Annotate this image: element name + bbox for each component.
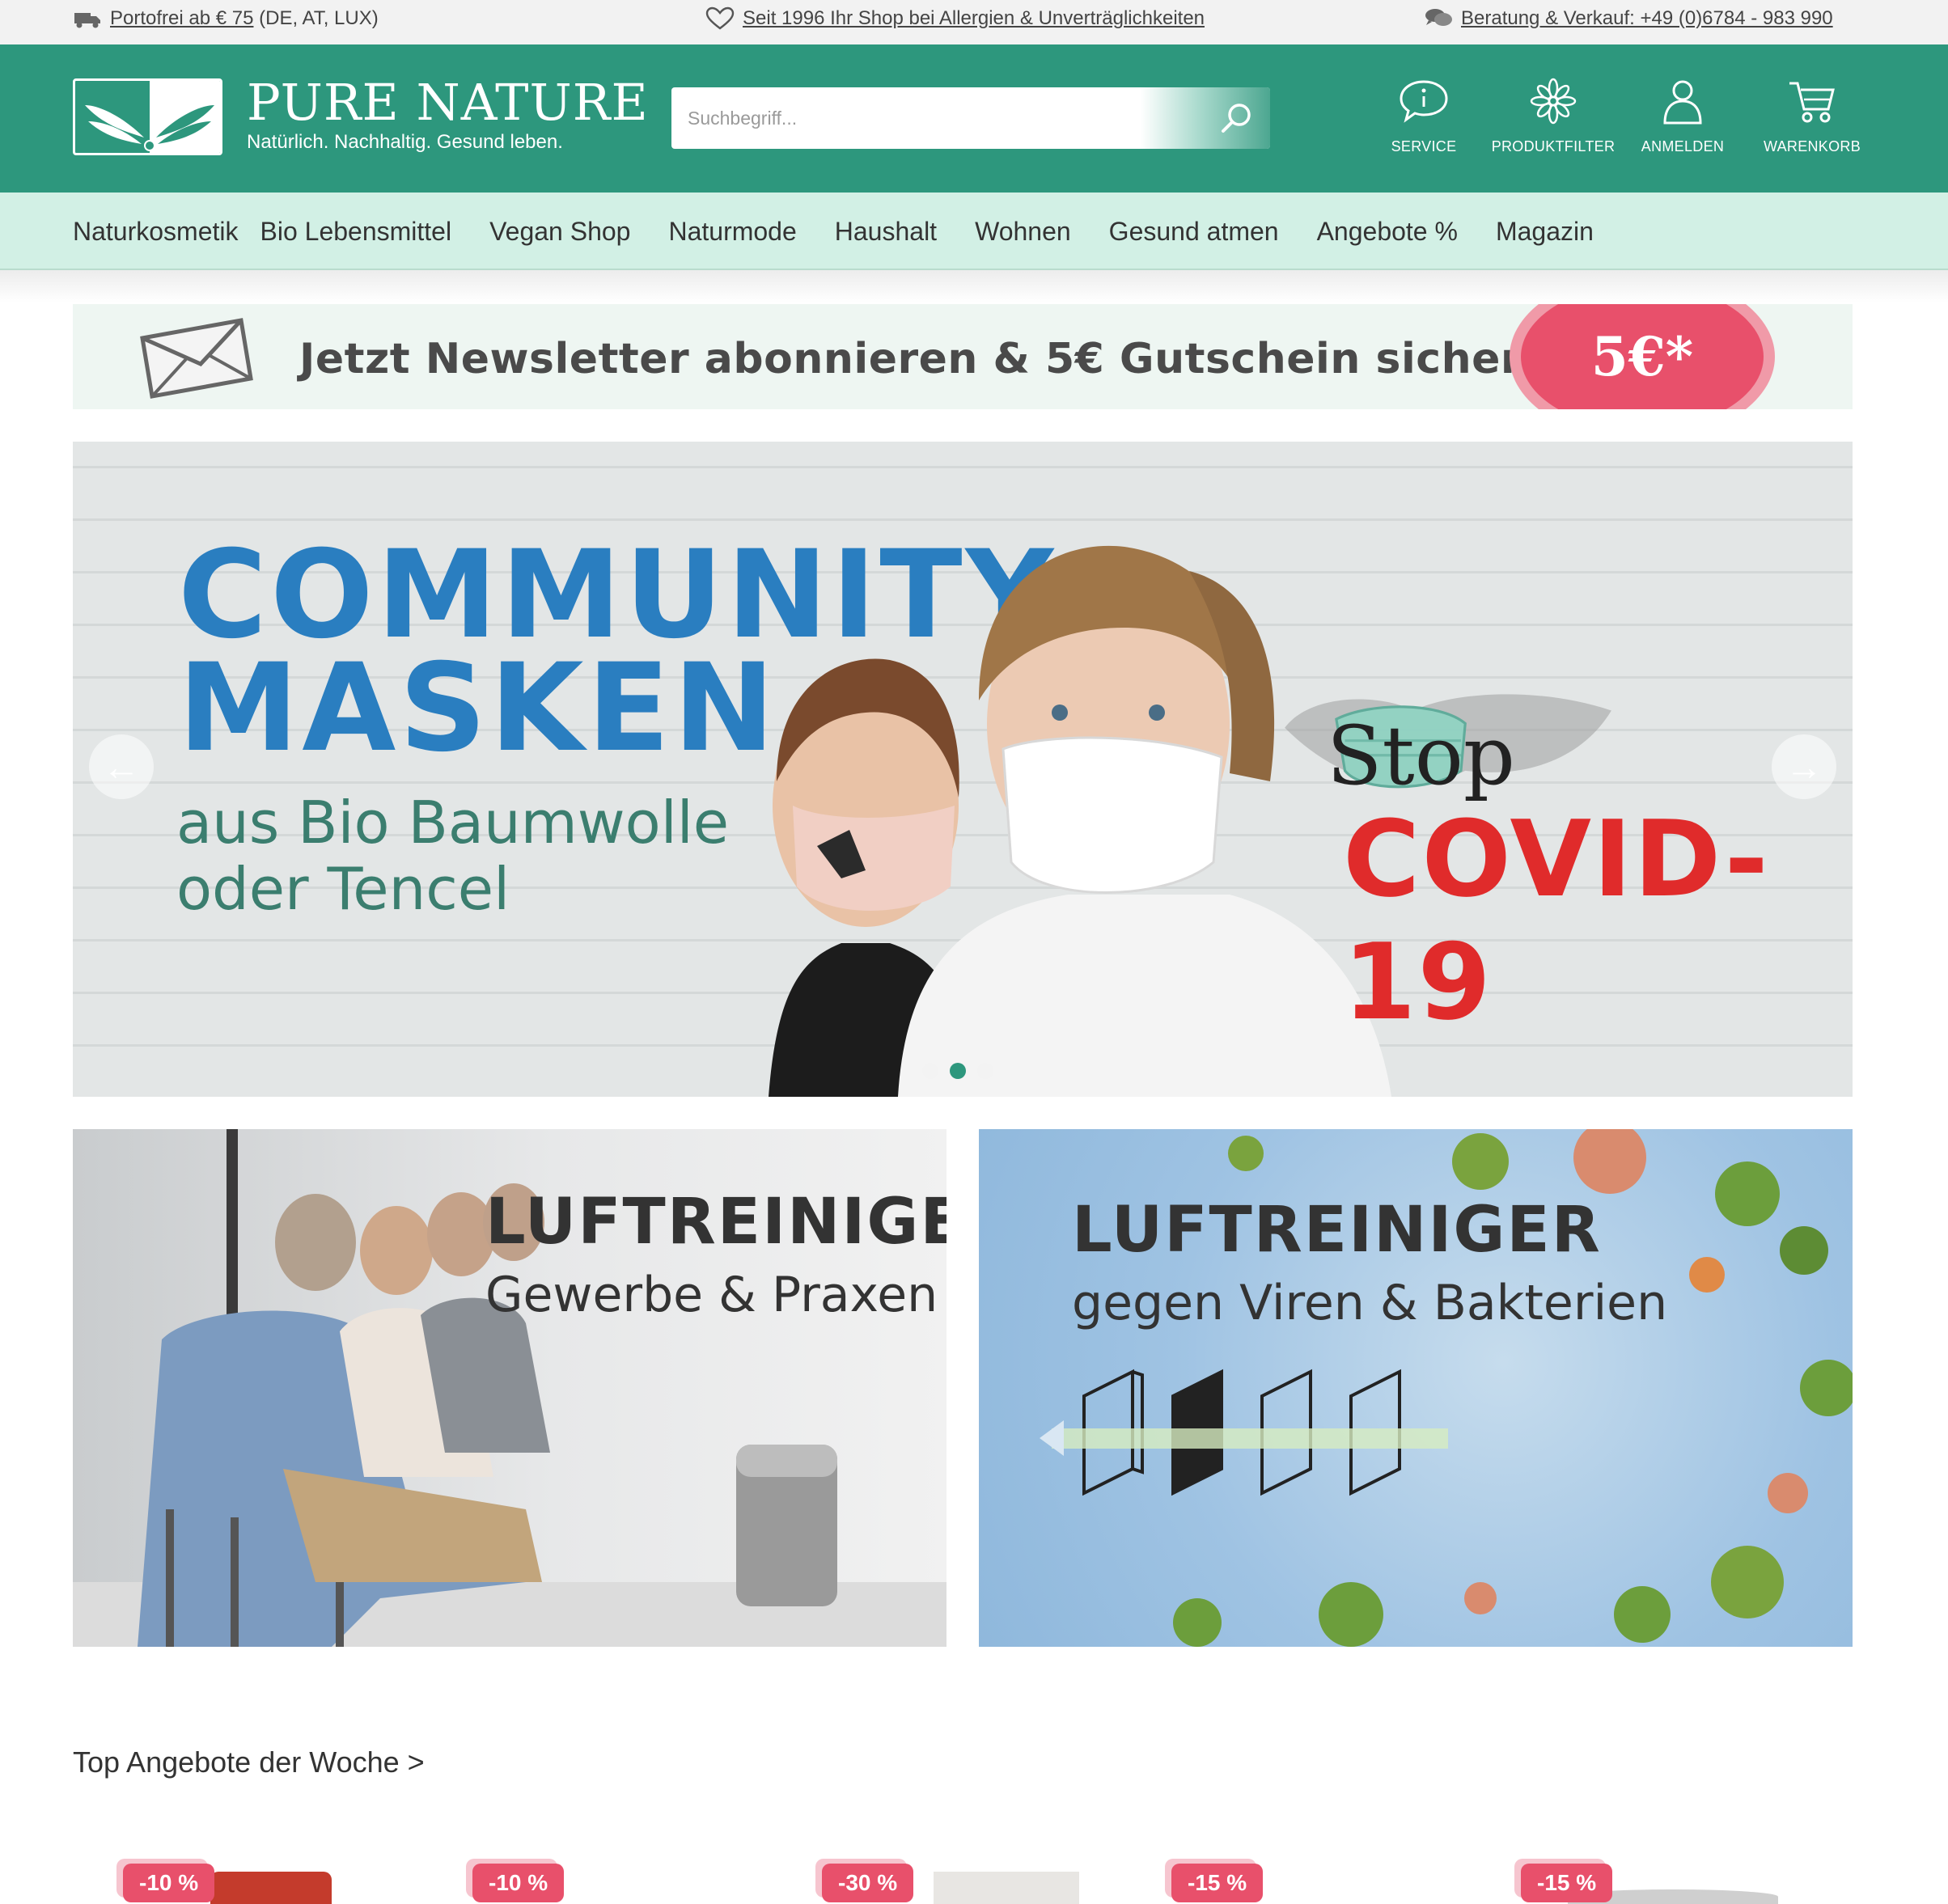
hero-subtitle-line1: aus Bio Baumwolle xyxy=(176,789,730,857)
slider-dot-2[interactable] xyxy=(950,1063,966,1079)
nav-item-bio-lebensmittel[interactable]: Bio Lebensmittel xyxy=(260,217,452,247)
prev-slide-button[interactable]: ← xyxy=(89,734,154,799)
discount-badge: -10 % xyxy=(472,1864,565,1902)
discount-badge: -15 % xyxy=(1171,1864,1264,1902)
arrow-right-icon: → xyxy=(1785,746,1823,788)
nav-item-gesund-atmen[interactable]: Gesund atmen xyxy=(1109,217,1279,247)
shipping-link[interactable]: Portofrei ab € 75 xyxy=(110,7,253,29)
top-info-bar: Portofrei ab € 75 (DE, AT, LUX) Seit 199… xyxy=(0,0,1948,44)
brand[interactable]: PURE NATURE Natürlich. Nachhaltig. Gesun… xyxy=(247,77,649,154)
envelope-icon xyxy=(140,318,253,399)
user-icon xyxy=(1663,80,1702,125)
product-image xyxy=(934,1872,1079,1904)
login-button[interactable]: ANMELDEN xyxy=(1618,77,1747,155)
next-slide-button[interactable]: → xyxy=(1772,734,1836,799)
tile-left-title: LUFTREINIGER xyxy=(485,1186,946,1259)
discount-badge: -15 % xyxy=(1521,1864,1613,1902)
heart-icon xyxy=(705,6,735,30)
since-link[interactable]: Seit 1996 Ihr Shop bei Allergien & Unver… xyxy=(743,7,1205,30)
discount-badge: -10 % xyxy=(123,1864,215,1902)
arrow-left-icon: ← xyxy=(103,746,140,788)
top-offers-heading[interactable]: Top Angebote der Woche > xyxy=(73,1745,425,1779)
product-card[interactable]: -15 % xyxy=(1471,1852,1778,1904)
promo-tile-air-purifier-business[interactable]: LUFTREINIGER Gewerbe & Praxen xyxy=(73,1129,946,1647)
nav-item-naturkosmetik[interactable]: Naturkosmetik xyxy=(73,217,239,247)
logo[interactable] xyxy=(73,78,222,155)
hero-slider[interactable]: COMMUNITY MASKEN aus Bio Baumwolle oder … xyxy=(73,442,1853,1097)
service-label: SERVICE xyxy=(1391,138,1457,154)
chat-icon xyxy=(1425,9,1452,26)
nav-shadow xyxy=(0,270,1948,303)
wings-logo-icon xyxy=(85,81,220,153)
product-card[interactable]: -30 % xyxy=(772,1852,1079,1904)
nav-item-haushalt[interactable]: Haushalt xyxy=(835,217,937,247)
since-info: Seit 1996 Ihr Shop bei Allergien & Unver… xyxy=(705,6,1205,31)
search-button[interactable] xyxy=(1141,87,1270,149)
search-input[interactable] xyxy=(671,87,1124,149)
masked-people-image xyxy=(769,545,1391,1097)
brand-tagline: Natürlich. Nachhaltig. Gesund leben. xyxy=(247,131,563,153)
nav-item-angebote[interactable]: Angebote % xyxy=(1317,217,1458,247)
stop-text: Stop xyxy=(1327,709,1515,803)
brand-name: PURE NATURE xyxy=(247,73,649,132)
discount-badge: -30 % xyxy=(822,1864,914,1902)
product-card[interactable]: -15 % xyxy=(1121,1852,1429,1904)
cart-label: WARENKORB xyxy=(1763,138,1861,154)
header-actions: SERVICE PRODUKTFILTER ANMELDEN WARENKORB xyxy=(1359,77,1877,155)
contact-info: Beratung & Verkauf: +49 (0)6784 - 983 99… xyxy=(1424,6,1833,31)
slider-dot-3[interactable] xyxy=(977,1063,993,1079)
search-box xyxy=(671,87,1270,149)
site-header: PURE NATURE Natürlich. Nachhaltig. Gesun… xyxy=(0,44,1948,193)
product-card[interactable]: -10 % xyxy=(422,1852,730,1904)
search-icon xyxy=(1222,104,1251,133)
hero-subtitle: aus Bio Baumwolle oder Tencel xyxy=(176,789,729,922)
flower-icon xyxy=(1530,78,1577,125)
tile-right-subtitle: gegen Viren & Bakterien xyxy=(1072,1275,1668,1331)
promo-tile-air-purifier-virus[interactable]: LUFTREINIGER gegen Viren & Bakterien xyxy=(979,1129,1853,1647)
tile-right-title: LUFTREINIGER xyxy=(1072,1194,1602,1267)
service-button[interactable]: SERVICE xyxy=(1359,77,1489,155)
contact-link[interactable]: Beratung & Verkauf: +49 (0)6784 - 983 99… xyxy=(1461,7,1833,30)
product-filter-button[interactable]: PRODUKTFILTER xyxy=(1489,77,1618,155)
nav-item-naturmode[interactable]: Naturmode xyxy=(668,217,796,247)
nav-item-magazin[interactable]: Magazin xyxy=(1496,217,1594,247)
hero-subtitle-line2: oder Tencel xyxy=(176,855,510,923)
cart-icon xyxy=(1789,82,1835,123)
product-row: -10 % -10 % -30 % -15 % -15 % xyxy=(73,1852,1853,1904)
shipping-suffix: (DE, AT, LUX) xyxy=(259,7,379,29)
shipping-info: Portofrei ab € 75 (DE, AT, LUX) xyxy=(73,6,379,31)
nav-item-wohnen[interactable]: Wohnen xyxy=(975,217,1071,247)
product-image xyxy=(210,1872,332,1904)
covid-text: COVID-19 xyxy=(1343,798,1770,1043)
truck-icon xyxy=(74,13,100,28)
slider-dot-1[interactable] xyxy=(922,1063,938,1079)
product-filter-label: PRODUKTFILTER xyxy=(1491,138,1616,154)
newsletter-banner[interactable]: Jetzt Newsletter abonnieren & 5€ Gutsche… xyxy=(73,304,1853,409)
slider-dots xyxy=(922,1063,993,1079)
voucher-badge: 5€* xyxy=(1521,304,1764,409)
cart-button[interactable]: WARENKORB xyxy=(1747,77,1877,155)
product-card[interactable]: -10 % xyxy=(73,1852,380,1904)
speech-bubble-info-icon xyxy=(1400,80,1448,123)
nav-item-vegan-shop[interactable]: Vegan Shop xyxy=(489,217,630,247)
category-nav: Naturkosmetik Bio Lebensmittel Vegan Sho… xyxy=(0,193,1948,270)
login-label: ANMELDEN xyxy=(1641,138,1725,154)
tile-left-subtitle: Gewerbe & Praxen xyxy=(485,1267,938,1323)
newsletter-text: Jetzt Newsletter abonnieren & 5€ Gutsche… xyxy=(299,335,1594,383)
